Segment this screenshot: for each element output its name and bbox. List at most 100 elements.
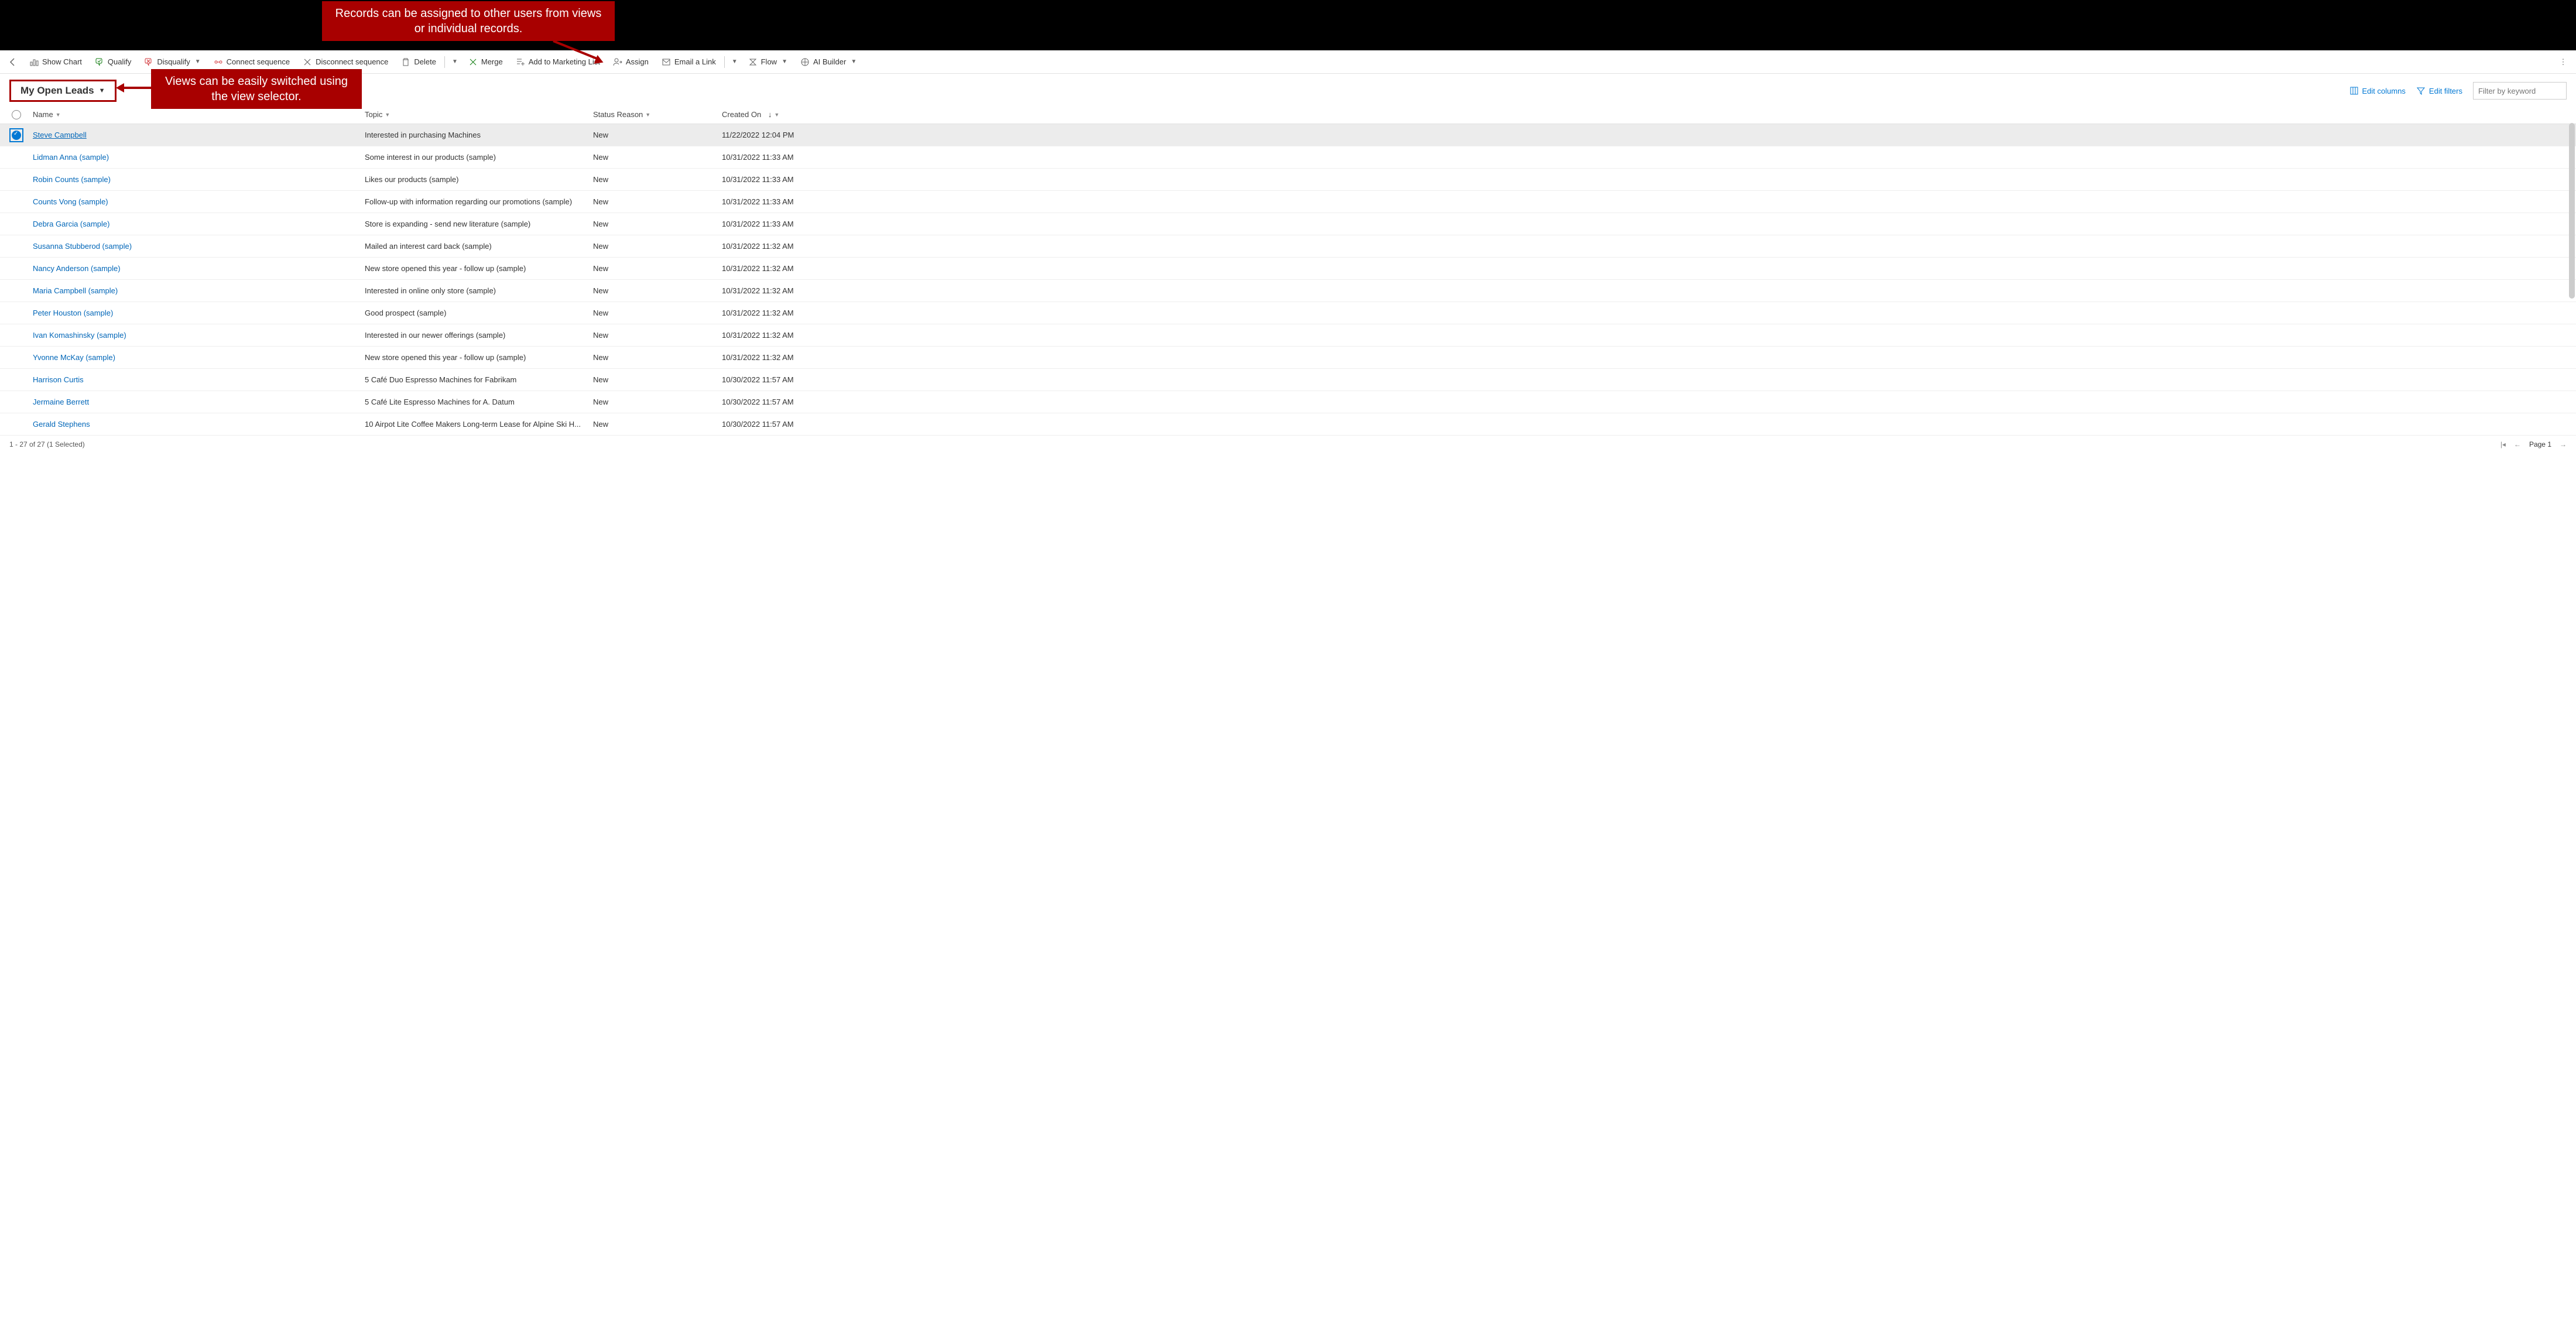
connect-sequence-label: Connect sequence <box>227 57 290 66</box>
table-row[interactable]: Ivan Komashinsky (sample)Interested in o… <box>0 324 2576 347</box>
lead-name-link[interactable]: Jermaine Berrett <box>33 398 89 406</box>
table-row[interactable]: Robin Counts (sample) Likes our products … <box>0 169 2576 191</box>
overflow-button[interactable]: ⋮ <box>2554 53 2572 71</box>
connect-sequence-button[interactable]: Connect sequence <box>208 53 296 71</box>
created-cell: 10/31/2022 11:32 AM <box>722 242 2571 251</box>
assign-button[interactable]: Assign <box>607 53 655 71</box>
email-link-button[interactable]: Email a Link <box>656 53 722 71</box>
lead-name-link[interactable]: Peter Houston (sample) <box>33 309 113 317</box>
created-cell: 10/31/2022 11:32 AM <box>722 286 2571 295</box>
table-row[interactable]: Debra Garcia (sample)Store is expanding … <box>0 213 2576 235</box>
status-cell: New <box>593 242 722 251</box>
status-cell: New <box>593 398 722 406</box>
show-chart-button[interactable]: Show Chart <box>23 53 88 71</box>
ai-builder-icon <box>800 57 810 67</box>
lead-name-link[interactable]: Counts Vong (sample) <box>33 197 108 206</box>
table-row[interactable]: Lidman Anna (sample) Some interest in our… <box>0 146 2576 169</box>
table-row[interactable]: Yvonne McKay (sample)New store opened th… <box>0 347 2576 369</box>
disconnect-sequence-button[interactable]: Disconnect sequence <box>297 53 394 71</box>
created-cell: 10/31/2022 11:33 AM <box>722 175 2571 184</box>
created-cell: 11/22/2022 12:04 PM <box>722 131 2571 139</box>
view-selector[interactable]: My Open Leads ▼ <box>9 80 117 102</box>
assign-icon <box>613 57 622 67</box>
select-all-checkbox[interactable] <box>5 110 28 119</box>
topic-cell: Interested in purchasing Machines <box>365 131 593 139</box>
lead-name-link[interactable]: Gerald Stephens <box>33 420 90 429</box>
topic-cell: Interested in online only store (sample) <box>365 286 593 295</box>
topic-cell: Likes our products (sample) <box>365 175 593 184</box>
column-header-topic[interactable]: Topic▼ <box>365 110 593 119</box>
edit-filters-button[interactable]: Edit filters <box>2416 86 2462 95</box>
more-vertical-icon: ⋮ <box>2558 57 2568 67</box>
row-checkbox[interactable] <box>5 128 28 142</box>
disqualify-button[interactable]: Disqualify ▼ <box>138 53 206 71</box>
table-row[interactable]: Jermaine Berrett 5 Café Lite Espresso Mac… <box>0 391 2576 413</box>
table-row[interactable]: Peter Houston (sample)Good prospect (sam… <box>0 302 2576 324</box>
delete-button[interactable]: Delete <box>395 53 442 71</box>
status-cell: New <box>593 420 722 429</box>
scrollbar[interactable] <box>2569 123 2575 299</box>
chevron-down-icon: ▼ <box>851 59 857 65</box>
created-cell: 10/31/2022 11:32 AM <box>722 353 2571 362</box>
callout-view-selector: Views can be easily switched using the v… <box>151 69 362 109</box>
show-chart-label: Show Chart <box>42 57 82 66</box>
table-row[interactable]: Gerald Stephens10 Airpot Lite Coffee Mak… <box>0 413 2576 436</box>
flow-button[interactable]: Flow ▼ <box>742 53 793 71</box>
merge-label: Merge <box>481 57 503 66</box>
grid-footer: 1 - 27 of 27 (1 Selected) |◂ ← Page 1 → <box>0 436 2576 453</box>
edit-filters-label: Edit filters <box>2429 87 2462 95</box>
created-cell: 10/31/2022 11:33 AM <box>722 220 2571 228</box>
ai-builder-button[interactable]: AI Builder ▼ <box>794 53 862 71</box>
delete-split-button[interactable]: ▼ <box>447 53 461 71</box>
command-bar: Show Chart Qualify Disqualify ▼ Connect … <box>0 50 2576 74</box>
flow-icon <box>748 57 758 67</box>
record-count: 1 - 27 of 27 (1 Selected) <box>9 440 85 448</box>
pager-next-button[interactable]: → <box>2560 440 2567 448</box>
chevron-down-icon: ▼ <box>732 59 738 65</box>
disconnect-sequence-label: Disconnect sequence <box>316 57 388 66</box>
delete-label: Delete <box>414 57 436 66</box>
lead-name-link[interactable]: Maria Campbell (sample) <box>33 286 118 295</box>
column-header-name[interactable]: Name▼ <box>28 110 365 119</box>
table-row[interactable]: Maria Campbell (sample) Interested in onl… <box>0 280 2576 302</box>
lead-name-link[interactable]: Nancy Anderson (sample) <box>33 264 121 273</box>
chevron-down-icon: ▼ <box>385 112 390 118</box>
pager-prev-button[interactable]: ← <box>2514 440 2521 448</box>
column-header-created[interactable]: Created On ↓▼ <box>722 110 2571 119</box>
merge-button[interactable]: Merge <box>463 53 509 71</box>
table-row[interactable]: Steve Campbell Interested in purchasing M… <box>0 124 2576 146</box>
email-split-button[interactable]: ▼ <box>727 53 741 71</box>
topic-cell: 5 Café Lite Espresso Machines for A. Dat… <box>365 398 593 406</box>
table-row[interactable]: Susanna Stubberod (sample)Mailed an inte… <box>0 235 2576 258</box>
lead-name-link[interactable]: Harrison Curtis <box>33 375 84 384</box>
table-row[interactable]: Counts Vong (sample)Follow-up with infor… <box>0 191 2576 213</box>
column-header-status[interactable]: Status Reason▼ <box>593 110 722 119</box>
merge-icon <box>468 57 478 67</box>
pager-first-button[interactable]: |◂ <box>2500 440 2506 448</box>
lead-name-link[interactable]: Yvonne McKay (sample) <box>33 353 115 362</box>
lead-name-link[interactable]: Lidman Anna (sample) <box>33 153 109 162</box>
status-cell: New <box>593 175 722 184</box>
status-cell: New <box>593 197 722 206</box>
columns-icon <box>2349 86 2359 95</box>
lead-name-link[interactable]: Ivan Komashinsky (sample) <box>33 331 126 340</box>
list-add-icon <box>516 57 525 67</box>
filter-keyword-input[interactable] <box>2473 82 2567 100</box>
lead-name-link[interactable]: Steve Campbell <box>33 131 87 139</box>
lead-name-link[interactable]: Robin Counts (sample) <box>33 175 111 184</box>
edit-columns-button[interactable]: Edit columns <box>2349 86 2406 95</box>
column-status-label: Status Reason <box>593 110 643 119</box>
status-cell: New <box>593 131 722 139</box>
edit-columns-label: Edit columns <box>2362 87 2406 95</box>
qualify-icon <box>95 57 104 67</box>
status-cell: New <box>593 153 722 162</box>
chevron-down-icon: ▼ <box>782 59 787 65</box>
lead-name-link[interactable]: Debra Garcia (sample) <box>33 220 110 228</box>
back-button[interactable] <box>4 53 22 71</box>
lead-name-link[interactable]: Susanna Stubberod (sample) <box>33 242 132 251</box>
divider <box>444 56 445 68</box>
table-row[interactable]: Nancy Anderson (sample)New store opened … <box>0 258 2576 280</box>
qualify-button[interactable]: Qualify <box>89 53 137 71</box>
topic-cell: Some interest in our products (sample) <box>365 153 593 162</box>
table-row[interactable]: Harrison Curtis5 Café Duo Espresso Machi… <box>0 369 2576 391</box>
